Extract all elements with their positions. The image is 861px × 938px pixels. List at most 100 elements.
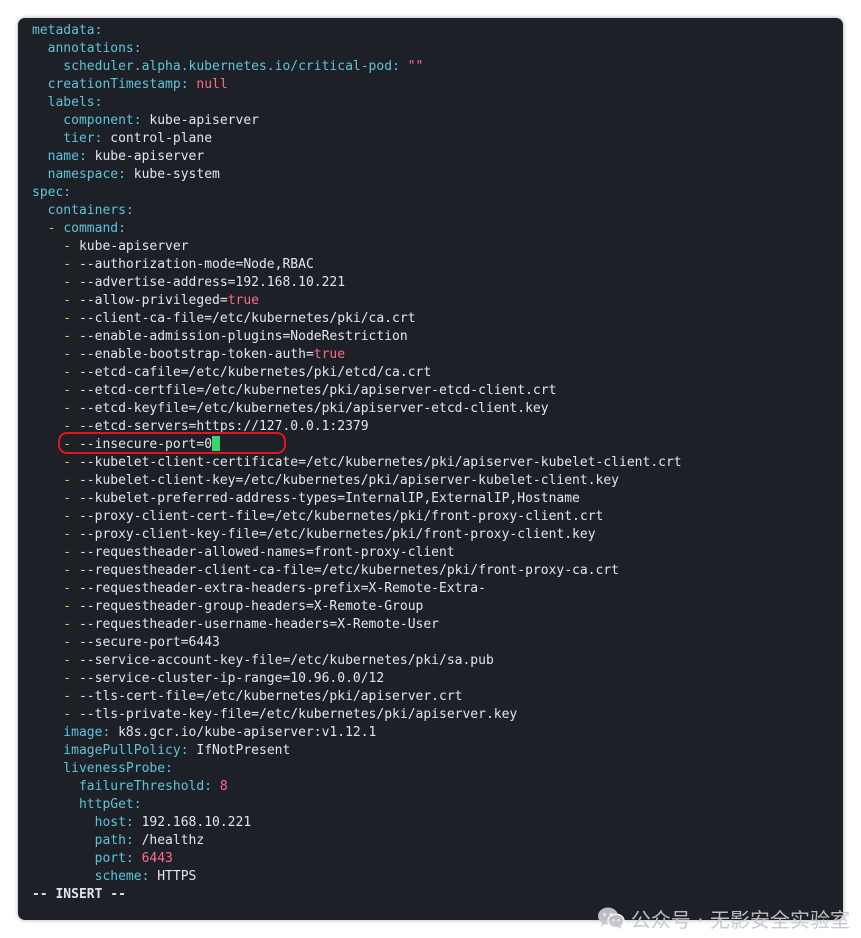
yaml-value: --etcd-certfile=/etc/kubernetes/pki/apis… <box>78 383 557 398</box>
code-line[interactable]: - --authorization-mode=Node,RBAC <box>32 256 837 274</box>
yaml-key: containers: <box>32 203 134 218</box>
code-line[interactable]: namespace: kube-system <box>32 166 837 184</box>
code-line[interactable]: failureThreshold: 8 <box>32 778 837 796</box>
wechat-icon <box>597 906 625 930</box>
code-line[interactable]: - --advertise-address=192.168.10.221 <box>32 274 837 292</box>
yaml-value: k8s.gcr.io/kube-apiserver:v1.12.1 <box>110 725 377 740</box>
code-line[interactable]: - --etcd-certfile=/etc/kubernetes/pki/ap… <box>32 382 837 400</box>
terminal-window[interactable]: metadata: annotations: scheduler.alpha.k… <box>18 18 843 920</box>
yaml-value: --client-ca-file=/etc/kubernetes/pki/ca.… <box>78 311 416 326</box>
code-line[interactable]: - --service-cluster-ip-range=10.96.0.0/1… <box>32 670 837 688</box>
code-line[interactable]: labels: <box>32 94 837 112</box>
yaml-value: --service-account-key-file=/etc/kubernet… <box>78 653 494 668</box>
code-line[interactable]: name: kube-apiserver <box>32 148 837 166</box>
code-line[interactable]: component: kube-apiserver <box>32 112 837 130</box>
yaml-key: imagePullPolicy: <box>32 743 189 758</box>
yaml-key: httpGet: <box>32 797 142 812</box>
list-dash: - <box>32 473 79 488</box>
yaml-value: --kubelet-preferred-address-types=Intern… <box>78 491 580 506</box>
list-dash: - <box>32 689 79 704</box>
yaml-value: IfNotPresent <box>188 743 291 758</box>
code-line[interactable]: - --service-account-key-file=/etc/kubern… <box>32 652 837 670</box>
list-dash: - <box>32 563 79 578</box>
yaml-value: --enable-admission-plugins=NodeRestricti… <box>78 329 408 344</box>
list-dash: - <box>32 293 79 308</box>
code-line-highlighted[interactable]: - --insecure-port=0 <box>32 436 837 454</box>
code-line[interactable]: path: /healthz <box>32 832 837 850</box>
code-line[interactable]: - --enable-admission-plugins=NodeRestric… <box>32 328 837 346</box>
list-dash: - <box>32 275 79 290</box>
code-line[interactable]: - --proxy-client-key-file=/etc/kubernete… <box>32 526 837 544</box>
code-line[interactable]: - command: <box>32 220 837 238</box>
code-line[interactable]: annotations: <box>32 40 837 58</box>
list-dash: - <box>32 311 79 326</box>
code-line[interactable]: spec: <box>32 184 837 202</box>
yaml-value: --tls-cert-file=/etc/kubernetes/pki/apis… <box>78 689 463 704</box>
code-line[interactable]: - --requestheader-allowed-names=front-pr… <box>32 544 837 562</box>
yaml-key: failureThreshold: <box>32 779 213 794</box>
code-line[interactable]: - --proxy-client-cert-file=/etc/kubernet… <box>32 508 837 526</box>
code-line[interactable]: - --tls-cert-file=/etc/kubernetes/pki/ap… <box>32 688 837 706</box>
list-dash: - <box>32 545 79 560</box>
list-dash: - <box>32 707 79 722</box>
code-line[interactable]: - --allow-privileged=true <box>32 292 837 310</box>
list-dash: - <box>32 221 64 236</box>
yaml-key: namespace: <box>32 167 126 182</box>
list-dash: - <box>32 239 79 254</box>
code-line[interactable]: - --requestheader-client-ca-file=/etc/ku… <box>32 562 837 580</box>
code-line[interactable]: - --enable-bootstrap-token-auth=true <box>32 346 837 364</box>
yaml-literal: "" <box>399 59 424 74</box>
yaml-literal: true <box>313 347 346 362</box>
code-line[interactable]: - --kubelet-client-key=/etc/kubernetes/p… <box>32 472 837 490</box>
list-dash: - <box>32 437 79 452</box>
code-line[interactable]: livenessProbe: <box>32 760 837 778</box>
list-dash: - <box>32 581 79 596</box>
code-line[interactable]: - --etcd-cafile=/etc/kubernetes/pki/etcd… <box>32 364 837 382</box>
list-dash: - <box>32 401 79 416</box>
code-line[interactable]: - kube-apiserver <box>32 238 837 256</box>
code-line[interactable]: - --kubelet-preferred-address-types=Inte… <box>32 490 837 508</box>
code-line[interactable]: - --requestheader-username-headers=X-Rem… <box>32 616 837 634</box>
yaml-value: kube-apiserver <box>78 239 189 254</box>
code-line[interactable]: scheduler.alpha.kubernetes.io/critical-p… <box>32 58 837 76</box>
code-line[interactable]: - --etcd-servers=https://127.0.0.1:2379 <box>32 418 837 436</box>
yaml-value: --authorization-mode=Node,RBAC <box>78 257 314 272</box>
yaml-value: control-plane <box>102 131 213 146</box>
yaml-value: --requestheader-group-headers=X-Remote-G… <box>78 599 424 614</box>
code-line[interactable]: scheme: HTTPS <box>32 868 837 886</box>
code-line[interactable]: image: k8s.gcr.io/kube-apiserver:v1.12.1 <box>32 724 837 742</box>
code-line[interactable]: creationTimestamp: null <box>32 76 837 94</box>
code-line[interactable]: tier: control-plane <box>32 130 837 148</box>
code-editor[interactable]: metadata: annotations: scheduler.alpha.k… <box>32 22 837 886</box>
list-dash: - <box>32 599 79 614</box>
list-dash: - <box>32 653 79 668</box>
code-line[interactable]: - --client-ca-file=/etc/kubernetes/pki/c… <box>32 310 837 328</box>
yaml-value: --requestheader-client-ca-file=/etc/kube… <box>78 563 620 578</box>
list-dash: - <box>32 365 79 380</box>
code-line[interactable]: metadata: <box>32 22 837 40</box>
list-dash: - <box>32 527 79 542</box>
list-dash: - <box>32 383 79 398</box>
code-line[interactable]: - --kubelet-client-certificate=/etc/kube… <box>32 454 837 472</box>
yaml-value: --etcd-keyfile=/etc/kubernetes/pki/apise… <box>78 401 549 416</box>
yaml-value: --proxy-client-cert-file=/etc/kubernetes… <box>78 509 604 524</box>
yaml-key: spec: <box>32 185 72 200</box>
code-line[interactable]: httpGet: <box>32 796 837 814</box>
yaml-key: annotations: <box>32 41 142 56</box>
yaml-value: HTTPS <box>149 869 197 884</box>
code-line[interactable]: - --secure-port=6443 <box>32 634 837 652</box>
code-line[interactable]: host: 192.168.10.221 <box>32 814 837 832</box>
yaml-key: path: <box>32 833 134 848</box>
code-line[interactable]: - --tls-private-key-file=/etc/kubernetes… <box>32 706 837 724</box>
list-dash: - <box>32 257 79 272</box>
code-line[interactable]: imagePullPolicy: IfNotPresent <box>32 742 837 760</box>
code-line[interactable]: - --requestheader-group-headers=X-Remote… <box>32 598 837 616</box>
code-line[interactable]: - --etcd-keyfile=/etc/kubernetes/pki/api… <box>32 400 837 418</box>
yaml-value: --secure-port=6443 <box>78 635 220 650</box>
code-line[interactable]: containers: <box>32 202 837 220</box>
yaml-literal: 8 <box>212 779 228 794</box>
code-line[interactable]: port: 6443 <box>32 850 837 868</box>
yaml-value: --insecure-port=0 <box>78 437 213 452</box>
yaml-key: tier: <box>32 131 103 146</box>
code-line[interactable]: - --requestheader-extra-headers-prefix=X… <box>32 580 837 598</box>
